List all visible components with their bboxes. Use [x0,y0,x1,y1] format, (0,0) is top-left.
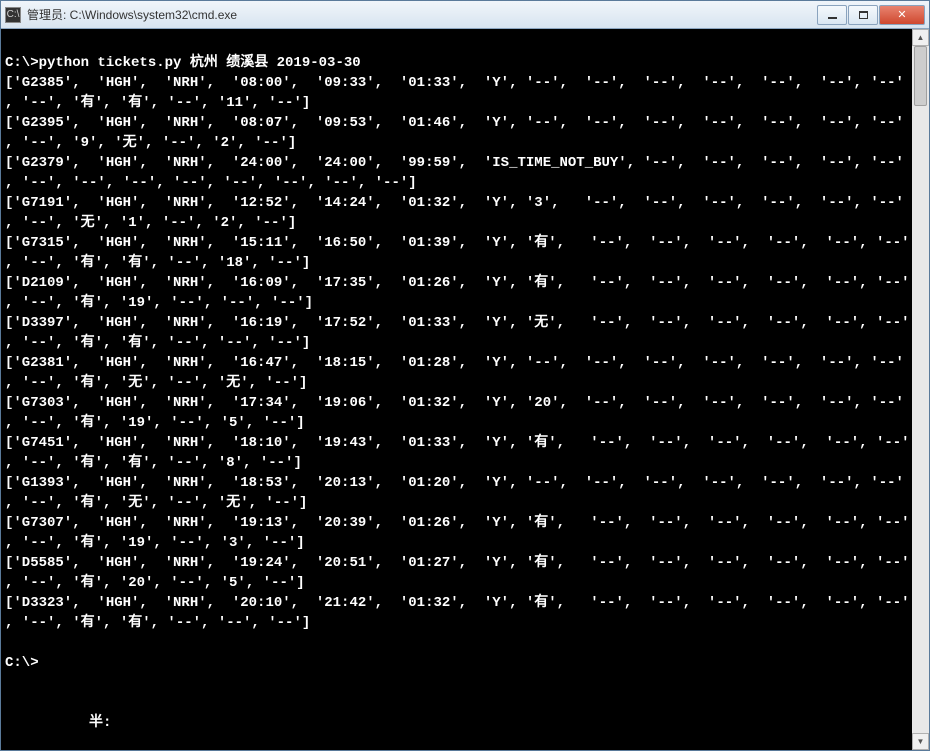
scroll-track[interactable] [912,46,929,733]
cmd-window: C:\ 管理员: C:\Windows\system32\cmd.exe ✕ C… [0,0,930,751]
window-controls: ✕ [817,5,925,25]
maximize-button[interactable] [848,5,878,25]
console-output[interactable]: C:\>python tickets.py 杭州 绩溪县 2019-03-30 … [1,29,912,750]
minimize-icon [828,17,837,19]
maximize-icon [859,11,868,19]
scroll-up-button[interactable]: ▲ [912,29,929,46]
cmd-icon: C:\ [5,7,21,23]
console-area: C:\>python tickets.py 杭州 绩溪县 2019-03-30 … [1,29,929,750]
window-title: 管理员: C:\Windows\system32\cmd.exe [27,6,817,23]
vertical-scrollbar[interactable]: ▲ ▼ [912,29,929,750]
minimize-button[interactable] [817,5,847,25]
close-icon: ✕ [897,8,906,21]
scroll-thumb[interactable] [914,46,927,106]
titlebar[interactable]: C:\ 管理员: C:\Windows\system32\cmd.exe ✕ [1,1,929,29]
close-button[interactable]: ✕ [879,5,925,25]
scroll-down-button[interactable]: ▼ [912,733,929,750]
